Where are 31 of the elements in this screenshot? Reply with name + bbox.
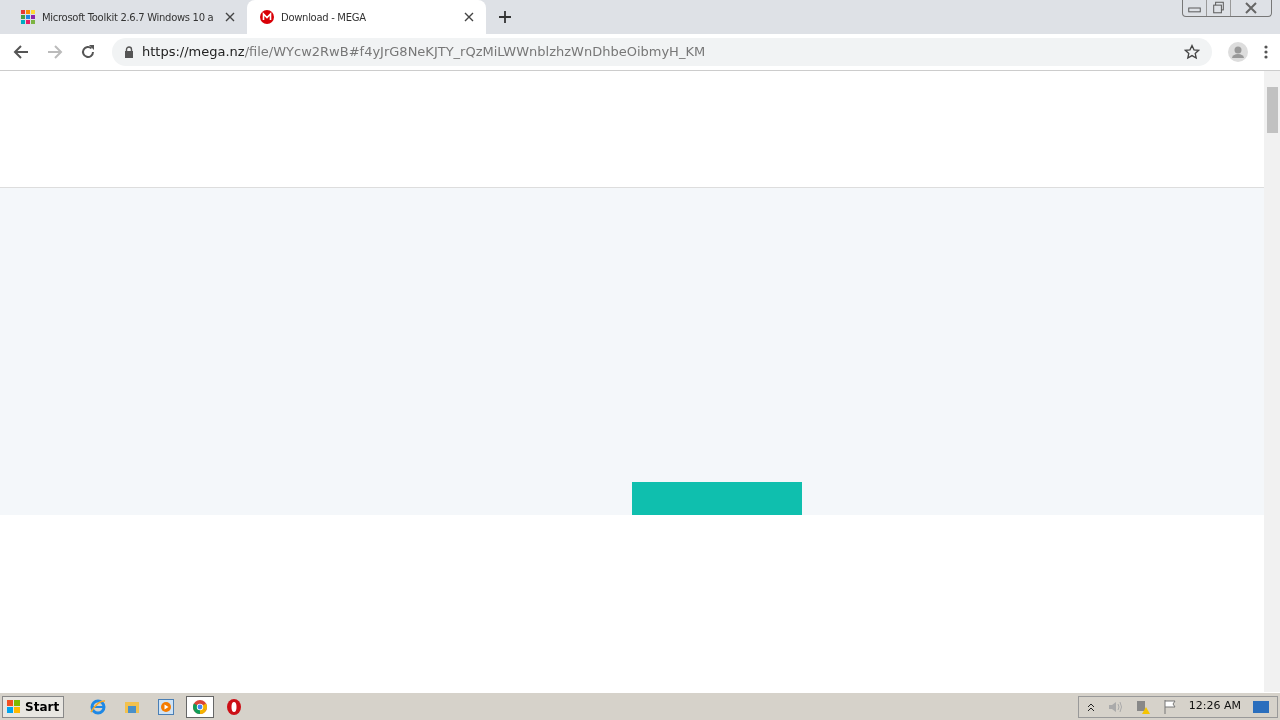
- flag-icon[interactable]: [1162, 698, 1177, 715]
- grid-icon: [20, 9, 36, 25]
- star-icon[interactable]: [1184, 44, 1200, 60]
- opera-icon: [225, 697, 244, 716]
- lock-icon: [124, 46, 134, 58]
- desktop-icon[interactable]: [1253, 699, 1269, 714]
- reload-icon[interactable]: [80, 44, 96, 60]
- scroll-thumb[interactable]: [1266, 87, 1278, 133]
- close-icon[interactable]: [225, 12, 235, 22]
- profile-icon[interactable]: [1228, 42, 1248, 62]
- chrome-icon: [191, 697, 210, 716]
- url-text: https://mega.nz/file/WYcw2RwB#f4yJrG8NeKJTY_rQzMiLWWnblzhzWnDhbeOibmyH_KM: [142, 43, 707, 62]
- close-icon[interactable]: [464, 12, 474, 22]
- logo-icon: [259, 9, 275, 25]
- windows-icon: [7, 699, 21, 714]
- browser-icon: [89, 697, 108, 716]
- caret-icon[interactable]: [1086, 701, 1095, 712]
- play-icon: [157, 697, 176, 716]
- start-button[interactable]: Start: [2, 695, 65, 718]
- network-warning-icon[interactable]: [1134, 698, 1151, 715]
- taskbar-app[interactable]: [186, 695, 215, 718]
- tab-title: Microsoft Toolkit 2.6.7 Windows 10 a: [42, 10, 215, 25]
- scrollbar[interactable]: [1264, 71, 1280, 692]
- back-icon[interactable]: [12, 43, 30, 61]
- new-tab-icon[interactable]: [498, 10, 512, 24]
- tab-title: Download - MEGA: [281, 10, 367, 25]
- address-bar[interactable]: https://mega.nz/file/WYcw2RwB#f4yJrG8NeKJTY_rQzMiLWWnblzhzWnDhbeOibmyH_KM: [112, 38, 1212, 66]
- browser-tab[interactable]: Download - MEGA: [247, 0, 486, 34]
- clock: 12:26 AM: [1188, 698, 1241, 715]
- forward-icon[interactable]: [46, 43, 64, 61]
- menu-icon[interactable]: [1264, 44, 1268, 60]
